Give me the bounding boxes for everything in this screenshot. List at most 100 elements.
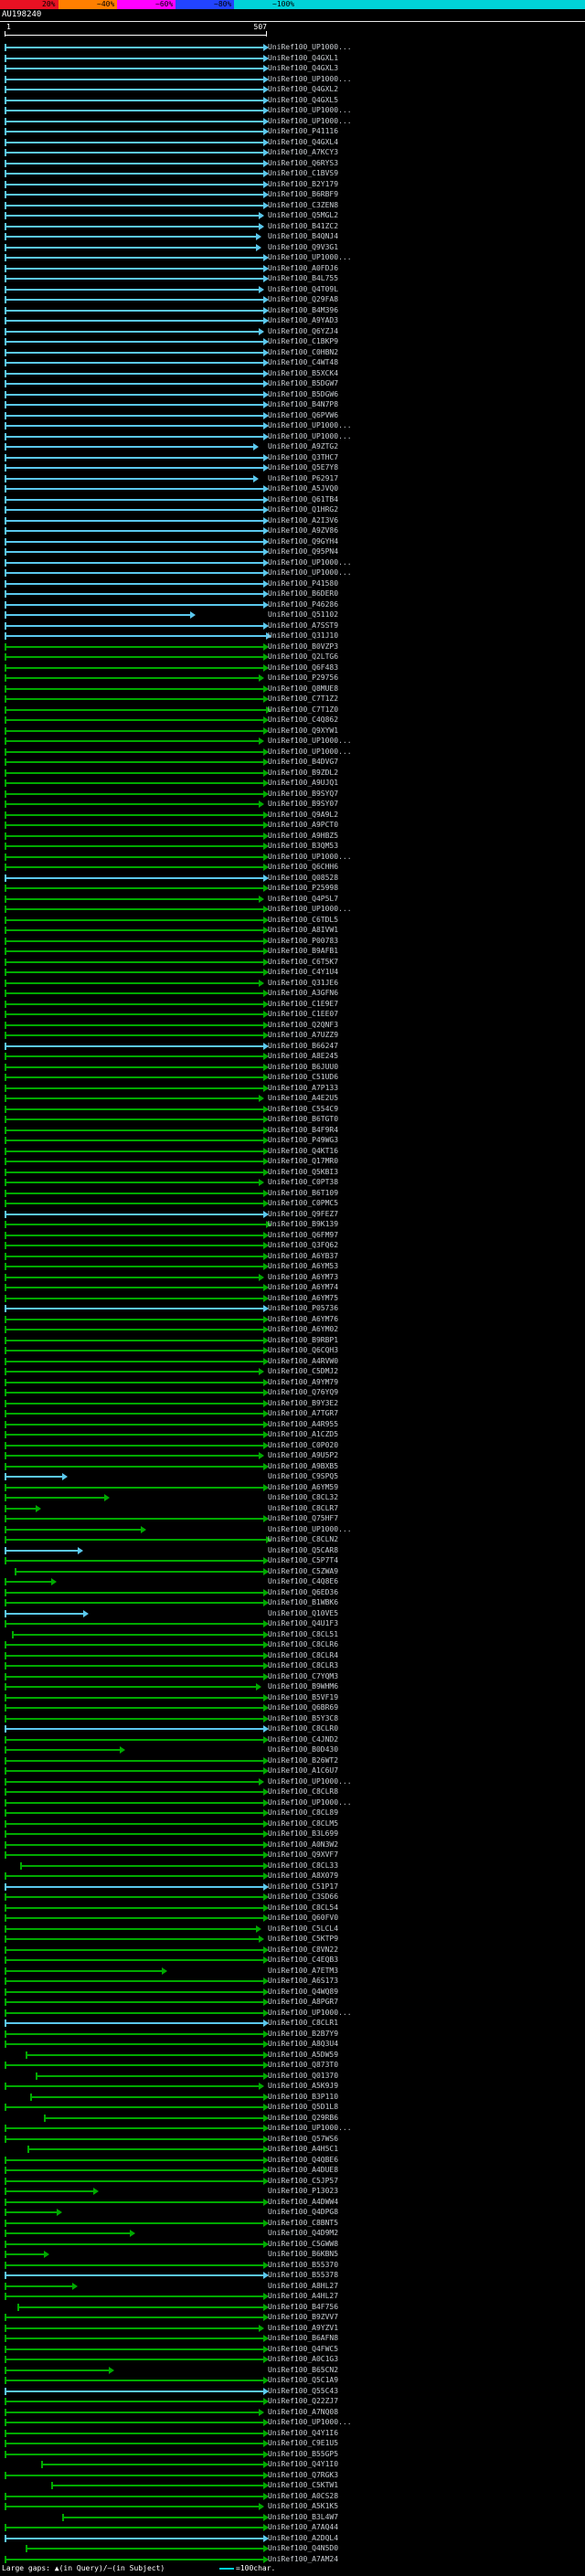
- hit-bar[interactable]: [5, 320, 264, 322]
- hit-bar[interactable]: [5, 1938, 259, 1940]
- hit-bar[interactable]: [25, 2548, 264, 2549]
- hit-bar[interactable]: [5, 1760, 264, 1762]
- hit-label[interactable]: UniRef100_Q61TB4: [268, 496, 338, 504]
- hit-label[interactable]: UniRef100_Q4P5L7: [268, 896, 338, 903]
- hit-bar[interactable]: [12, 1634, 264, 1636]
- hit-label[interactable]: UniRef100_UP1000...: [268, 76, 352, 83]
- hit-bar[interactable]: [25, 2054, 264, 2056]
- hit-label[interactable]: UniRef100_A6YB37: [268, 1253, 338, 1260]
- hit-bar[interactable]: [5, 1917, 264, 1919]
- hit-label[interactable]: UniRef100_Q4N5D0: [268, 2545, 338, 2552]
- hit-label[interactable]: UniRef100_Q4Y1I0: [268, 2461, 338, 2468]
- hit-label[interactable]: UniRef100_A2I3V6: [268, 517, 338, 525]
- hit-bar[interactable]: [5, 761, 264, 763]
- hit-label[interactable]: UniRef100_C8CLR3: [268, 1662, 338, 1670]
- hit-label[interactable]: UniRef100_C5P7T4: [268, 1557, 338, 1564]
- hit-bar[interactable]: [5, 740, 259, 742]
- hit-bar[interactable]: [5, 1959, 264, 1961]
- hit-bar[interactable]: [5, 1550, 78, 1552]
- hit-bar[interactable]: [5, 2527, 264, 2528]
- hit-label[interactable]: UniRef100_C8CL32: [268, 1494, 338, 1501]
- hit-bar[interactable]: [5, 2538, 264, 2539]
- hit-label[interactable]: UniRef100_A0CS28: [268, 2493, 338, 2500]
- hit-label[interactable]: UniRef100_Q6YZJ4: [268, 328, 338, 335]
- hit-label[interactable]: UniRef100_C8CLR6: [268, 1641, 338, 1648]
- hit-bar[interactable]: [5, 2001, 264, 2003]
- hit-bar[interactable]: [5, 1140, 264, 1141]
- hit-bar[interactable]: [5, 1539, 266, 1541]
- hit-bar[interactable]: [5, 1812, 264, 1814]
- hit-label[interactable]: UniRef100_B66247: [268, 1043, 338, 1050]
- hit-bar[interactable]: [5, 152, 264, 154]
- hit-label[interactable]: UniRef100_C1BVS9: [268, 170, 338, 177]
- hit-label[interactable]: UniRef100_A7KCY3: [268, 149, 338, 156]
- hit-bar[interactable]: [5, 1392, 264, 1394]
- hit-bar[interactable]: [5, 278, 264, 280]
- hit-label[interactable]: UniRef100_C3ZEN8: [268, 202, 338, 209]
- hit-bar[interactable]: [5, 1728, 264, 1730]
- hit-bar[interactable]: [5, 2138, 264, 2140]
- hit-label[interactable]: UniRef100_UP1000...: [268, 2125, 352, 2132]
- hit-bar[interactable]: [5, 1013, 264, 1015]
- hit-bar[interactable]: [5, 1739, 264, 1741]
- hit-bar[interactable]: [5, 1434, 264, 1436]
- hit-bar[interactable]: [5, 436, 264, 438]
- hit-label[interactable]: UniRef100_B9WHM6: [268, 1683, 338, 1691]
- hit-bar[interactable]: [5, 614, 190, 616]
- hit-bar[interactable]: [5, 509, 264, 511]
- hit-label[interactable]: UniRef100_B3L4W7: [268, 2514, 338, 2521]
- hit-bar[interactable]: [5, 1518, 264, 1520]
- hit-bar[interactable]: [5, 257, 264, 259]
- hit-label[interactable]: UniRef100_A6YM76: [268, 1316, 338, 1323]
- hit-label[interactable]: UniRef100_C0HBN2: [268, 349, 338, 356]
- hit-label[interactable]: UniRef100_A2DQL4: [268, 2535, 338, 2542]
- hit-bar[interactable]: [5, 1171, 264, 1173]
- hit-bar[interactable]: [5, 1161, 264, 1162]
- hit-bar[interactable]: [5, 1697, 264, 1699]
- hit-label[interactable]: UniRef100_UP1000...: [268, 2009, 352, 2017]
- hit-label[interactable]: UniRef100_B6T109: [268, 1190, 338, 1197]
- hit-label[interactable]: UniRef100_A4DUE8: [268, 2167, 338, 2174]
- hit-bar[interactable]: [5, 425, 264, 427]
- hit-label[interactable]: UniRef100_B4DVG7: [268, 758, 338, 766]
- hit-label[interactable]: UniRef100_Q4FWC5: [268, 2346, 338, 2353]
- hit-label[interactable]: UniRef100_C8CLM5: [268, 1820, 338, 1828]
- hit-bar[interactable]: [5, 194, 264, 196]
- hit-bar[interactable]: [5, 856, 264, 858]
- hit-label[interactable]: UniRef100_A0C1G3: [268, 2356, 338, 2363]
- hit-bar[interactable]: [5, 845, 264, 847]
- hit-label[interactable]: UniRef100_C4JND2: [268, 1736, 338, 1744]
- hit-bar[interactable]: [5, 814, 264, 816]
- hit-label[interactable]: UniRef100_P00783: [268, 938, 338, 945]
- hit-label[interactable]: UniRef100_C4Q862: [268, 716, 338, 724]
- hit-bar[interactable]: [5, 2264, 264, 2266]
- hit-bar[interactable]: [5, 824, 264, 826]
- hit-label[interactable]: UniRef100_A8E245: [268, 1053, 338, 1060]
- hit-label[interactable]: UniRef100_Q5CAR8: [268, 1547, 338, 1554]
- hit-bar[interactable]: [5, 877, 264, 879]
- hit-label[interactable]: UniRef100_A0FDJ6: [268, 265, 338, 272]
- hit-bar[interactable]: [5, 677, 259, 679]
- hit-label[interactable]: UniRef100_A9PCT0: [268, 822, 338, 829]
- hit-bar[interactable]: [5, 2064, 264, 2066]
- hit-label[interactable]: UniRef100_A7P133: [268, 1085, 338, 1092]
- hit-bar[interactable]: [5, 488, 264, 490]
- hit-label[interactable]: UniRef100_A8HL27: [268, 2283, 338, 2290]
- hit-bar[interactable]: [36, 2075, 264, 2077]
- hit-bar[interactable]: [5, 131, 264, 133]
- hit-label[interactable]: UniRef100_C8VN22: [268, 1946, 338, 1954]
- hit-label[interactable]: UniRef100_C0PT38: [268, 1179, 338, 1186]
- hit-bar[interactable]: [5, 667, 264, 669]
- hit-bar[interactable]: [5, 100, 264, 101]
- hit-bar[interactable]: [5, 1928, 256, 1930]
- hit-label[interactable]: UniRef100_Q4GXL5: [268, 97, 338, 104]
- hit-label[interactable]: UniRef100_Q4T09L: [268, 286, 338, 293]
- hit-bar[interactable]: [5, 268, 264, 270]
- hit-label[interactable]: UniRef100_C554C9: [268, 1106, 338, 1113]
- hit-bar[interactable]: [5, 835, 264, 837]
- hit-bar[interactable]: [5, 2454, 264, 2455]
- hit-bar[interactable]: [5, 961, 264, 963]
- hit-bar[interactable]: [5, 992, 264, 994]
- hit-bar[interactable]: [5, 142, 264, 143]
- hit-label[interactable]: UniRef100_Q9FEZ7: [268, 1211, 338, 1218]
